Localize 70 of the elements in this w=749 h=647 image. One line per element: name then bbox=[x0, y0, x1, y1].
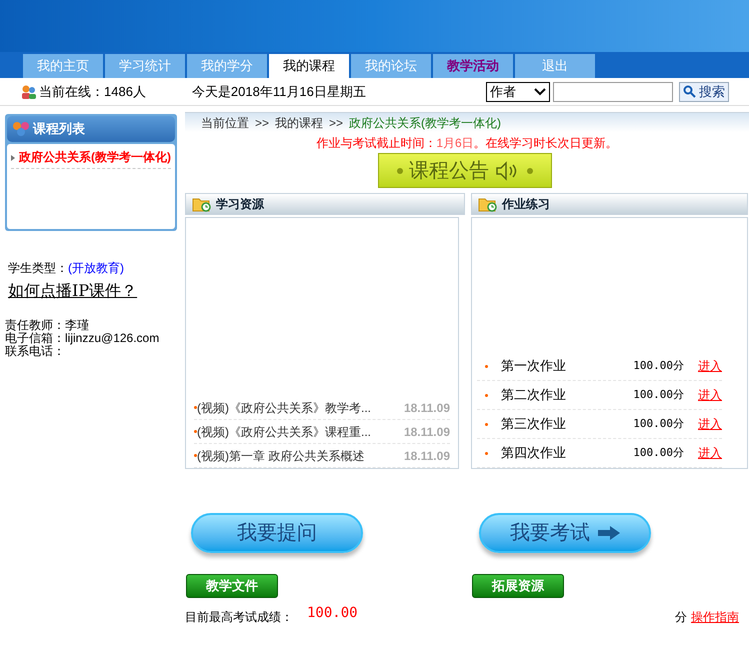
resource-date: 18.11.09 bbox=[404, 400, 450, 416]
homework-score: 100.00分 bbox=[633, 416, 684, 432]
bullet-icon bbox=[485, 452, 488, 454]
chevron-icon bbox=[534, 88, 546, 96]
bullet-icon bbox=[194, 454, 197, 457]
folder-clock-icon bbox=[478, 196, 498, 212]
search-icon bbox=[683, 85, 696, 98]
score-value: 100.00 bbox=[307, 604, 358, 622]
bullet-icon bbox=[485, 364, 488, 368]
search-field[interactable] bbox=[553, 82, 673, 102]
breadcrumb-item[interactable]: 我的课程 bbox=[275, 114, 324, 132]
nav-tab[interactable]: 退出 bbox=[515, 54, 595, 78]
homework-title: 第二次作业 bbox=[501, 386, 566, 404]
users-icon bbox=[11, 120, 31, 138]
homework-title: 第三次作业 bbox=[501, 415, 566, 434]
docs-button[interactable]: 教学文件 bbox=[186, 574, 278, 598]
bullet-icon bbox=[485, 394, 488, 396]
nav-tab[interactable]: 我的课程 bbox=[269, 54, 349, 78]
users-icon bbox=[20, 84, 38, 100]
homework-score: 100.00分 bbox=[633, 444, 684, 461]
course-link[interactable]: 政府公共关系(教学考一体化) bbox=[19, 150, 171, 164]
nav-tab[interactable]: 我的学分 bbox=[187, 54, 267, 78]
deadline-notice: 作业与考试截止时间：1月6日。在线学习时长次日更新。 bbox=[315, 135, 619, 152]
email-text: 电子信箱：lijinzzu@126.com bbox=[5, 332, 160, 345]
exam-button[interactable]: 我要考试 bbox=[479, 513, 651, 553]
breadcrumb-item[interactable]: 政府公共关系(教学考一体化) bbox=[349, 114, 502, 132]
resource-link[interactable]: (视频)《政府公共关系》课程重... bbox=[197, 422, 371, 440]
homework-title: 第一次作业 bbox=[501, 357, 566, 376]
teacher-text: 责任教师：李瑾 bbox=[5, 319, 90, 332]
help-link[interactable]: 如何点播IP课件？ bbox=[8, 279, 185, 303]
resource-link[interactable]: (视频)《政府公共关系》教学考... bbox=[197, 398, 371, 416]
resource-link[interactable]: (视频)第一章 政府公共关系概述 bbox=[197, 446, 364, 464]
enter-link[interactable]: 进入 bbox=[698, 444, 722, 462]
enter-link[interactable]: 进入 bbox=[698, 415, 722, 433]
bullet-icon bbox=[11, 155, 15, 161]
breadcrumb-item: >> bbox=[329, 114, 344, 132]
student-type-value: (开放教育) bbox=[68, 260, 124, 277]
bullet-icon bbox=[194, 430, 197, 433]
online-count: 当前在线：1486人 bbox=[39, 82, 146, 101]
folder-clock-icon bbox=[192, 196, 212, 212]
nav-tab[interactable]: 教学活动 bbox=[433, 54, 513, 78]
search-scope-select[interactable]: 作者 bbox=[486, 82, 550, 102]
breadcrumb-item: >> bbox=[255, 114, 270, 132]
date-text: 今天是2018年11月16日星期五 bbox=[192, 82, 366, 101]
score-label: 目前最高考试成绩： bbox=[185, 609, 293, 626]
arrow-right-icon bbox=[598, 526, 620, 540]
announcement-button[interactable]: 课程公告 bbox=[378, 153, 552, 188]
homework-score: 100.00分 bbox=[633, 386, 684, 403]
enter-link[interactable]: 进入 bbox=[698, 357, 722, 375]
score-unit: 分 bbox=[675, 609, 687, 626]
student-type-label: 学生类型： bbox=[8, 260, 68, 277]
resource-date: 18.11.09 bbox=[404, 424, 450, 440]
bullet-icon bbox=[485, 422, 488, 426]
panel-title: 作业练习 bbox=[502, 196, 550, 213]
extra-resources-button[interactable]: 拓展资源 bbox=[472, 574, 564, 598]
homework-title: 第四次作业 bbox=[501, 444, 566, 462]
ask-button[interactable]: 我要提问 bbox=[191, 513, 363, 553]
bullet-icon bbox=[194, 406, 197, 409]
phone-text: 联系电话： bbox=[5, 345, 66, 358]
resource-date: 18.11.09 bbox=[404, 448, 450, 464]
nav-tab[interactable]: 我的论坛 bbox=[351, 54, 431, 78]
nav-tab[interactable]: 学习统计 bbox=[105, 54, 185, 78]
nav-tab[interactable]: 我的主页 bbox=[23, 54, 103, 78]
breadcrumb-item[interactable]: 当前位置 bbox=[201, 114, 249, 132]
panel-title: 学习资源 bbox=[216, 196, 264, 213]
search-button[interactable]: 搜索 bbox=[679, 82, 729, 102]
panel-title: 课程列表 bbox=[33, 120, 85, 138]
enter-link[interactable]: 进入 bbox=[698, 386, 722, 404]
homework-score: 100.00分 bbox=[633, 358, 684, 374]
guide-link[interactable]: 操作指南 bbox=[691, 608, 739, 626]
